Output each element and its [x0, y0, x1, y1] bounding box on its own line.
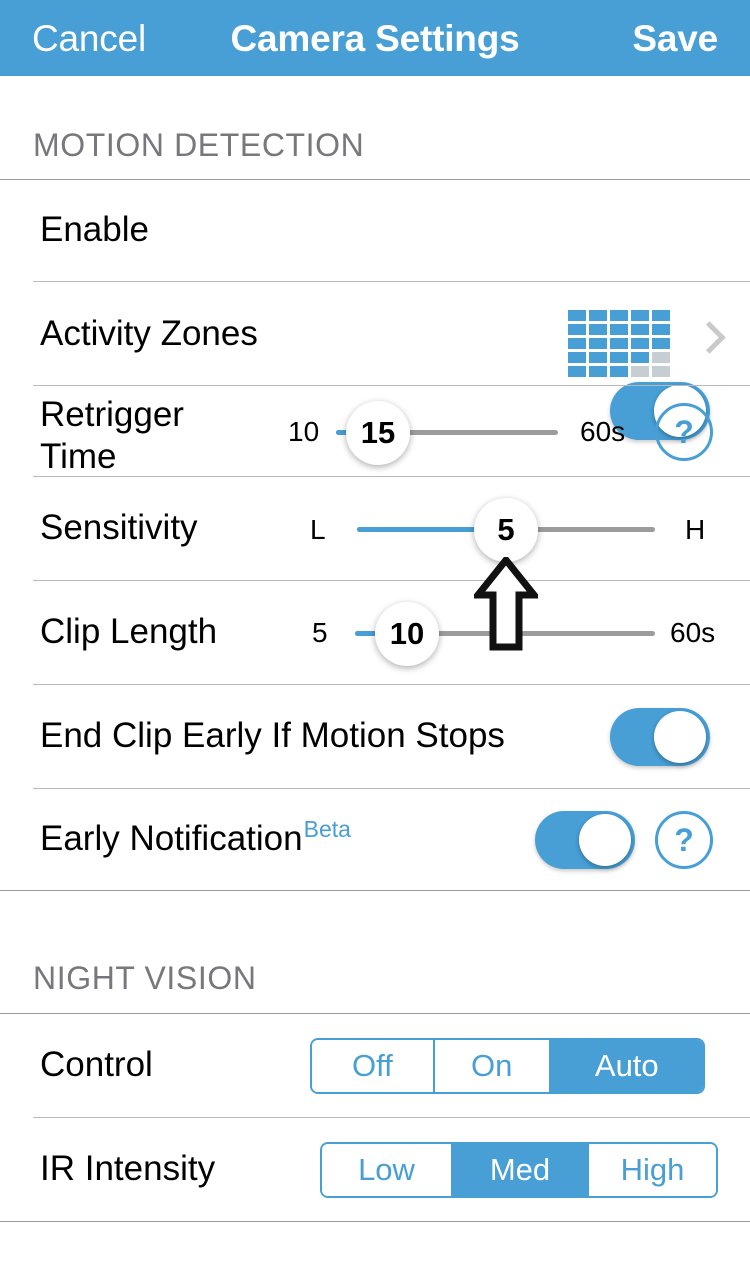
toggle-knob: [654, 711, 706, 763]
segment-auto[interactable]: Auto: [551, 1040, 703, 1092]
early-notification-text: Early Notification: [40, 819, 303, 858]
beta-badge: Beta: [304, 816, 351, 842]
retrigger-slider-thumb[interactable]: 15: [346, 401, 410, 465]
zone-cell: [652, 310, 670, 321]
zone-cell: [568, 324, 586, 335]
zone-cell: [589, 310, 607, 321]
zone-cell: [631, 352, 649, 363]
zone-cell: [568, 310, 586, 321]
end-clip-early-toggle[interactable]: [610, 708, 710, 766]
sensitivity-slider-thumb[interactable]: 5: [474, 498, 538, 562]
zone-cell: [610, 352, 628, 363]
segment-low[interactable]: Low: [322, 1144, 453, 1196]
row-label-sensitivity: Sensitivity: [40, 507, 198, 549]
sensitivity-slider[interactable]: 5: [357, 527, 655, 532]
early-notification-help-button[interactable]: ?: [655, 811, 713, 869]
row-label-retrigger-time: Retrigger Time: [40, 394, 184, 478]
zone-cell: [631, 324, 649, 335]
retrigger-min-label: 10: [288, 416, 319, 448]
page-title: Camera Settings: [0, 20, 750, 57]
divider: [0, 1221, 750, 1222]
row-label-activity-zones: Activity Zones: [40, 313, 258, 355]
sensitivity-min-label: L: [310, 514, 326, 546]
activity-zones-grid-icon[interactable]: [568, 310, 670, 377]
row-label-end-clip-early: End Clip Early If Motion Stops: [40, 715, 505, 757]
divider: [0, 890, 750, 891]
early-notification-toggle[interactable]: [535, 811, 635, 869]
camera-settings-screen: Cancel Camera Settings Save MOTION DETEC…: [0, 0, 750, 1283]
clip-length-min-label: 5: [312, 617, 328, 649]
zone-cell: [652, 338, 670, 349]
row-label-enable: Enable: [40, 209, 149, 251]
retrigger-help-button[interactable]: ?: [655, 403, 713, 461]
segment-on[interactable]: On: [435, 1040, 551, 1092]
segment-off[interactable]: Off: [312, 1040, 435, 1092]
zone-cell: [589, 324, 607, 335]
zone-cell: [568, 338, 586, 349]
retrigger-time-slider[interactable]: 15: [336, 430, 558, 435]
clip-length-max-label: 60s: [670, 617, 715, 649]
zone-cell: [589, 352, 607, 363]
zone-cell: [589, 366, 607, 377]
zone-cell: [652, 366, 670, 377]
section-header-night-vision: NIGHT VISION: [33, 960, 257, 997]
zone-cell: [631, 366, 649, 377]
sensitivity-max-label: H: [685, 514, 705, 546]
clip-length-slider-thumb[interactable]: 10: [375, 602, 439, 666]
zone-cell: [610, 338, 628, 349]
row-label-ir-intensity: IR Intensity: [40, 1148, 215, 1190]
row-label-control: Control: [40, 1044, 153, 1086]
zone-cell: [610, 310, 628, 321]
zone-cell: [568, 366, 586, 377]
zone-cell: [568, 352, 586, 363]
retrigger-max-label: 60s: [580, 416, 625, 448]
toggle-knob: [579, 814, 631, 866]
zone-cell: [652, 352, 670, 363]
segment-high[interactable]: High: [589, 1144, 716, 1196]
section-header-motion-detection: MOTION DETECTION: [33, 127, 364, 164]
segment-med[interactable]: Med: [453, 1144, 589, 1196]
up-arrow-annotation-icon: [474, 557, 538, 651]
zone-cell: [631, 310, 649, 321]
zone-cell: [610, 324, 628, 335]
row-label-clip-length: Clip Length: [40, 611, 217, 653]
night-vision-control-segmented[interactable]: Off On Auto: [310, 1038, 705, 1094]
zone-cell: [589, 338, 607, 349]
row-end-clip-early[interactable]: End Clip Early If Motion Stops: [0, 685, 750, 788]
row-label-early-notification: Early NotificationBeta: [40, 818, 351, 860]
row-early-notification[interactable]: Early NotificationBeta ?: [0, 789, 750, 890]
zone-cell: [652, 324, 670, 335]
row-enable[interactable]: Enable: [0, 180, 750, 281]
navigation-bar: Cancel Camera Settings Save: [0, 0, 750, 76]
ir-intensity-segmented[interactable]: Low Med High: [320, 1142, 718, 1198]
zone-cell: [631, 338, 649, 349]
zone-cell: [610, 366, 628, 377]
